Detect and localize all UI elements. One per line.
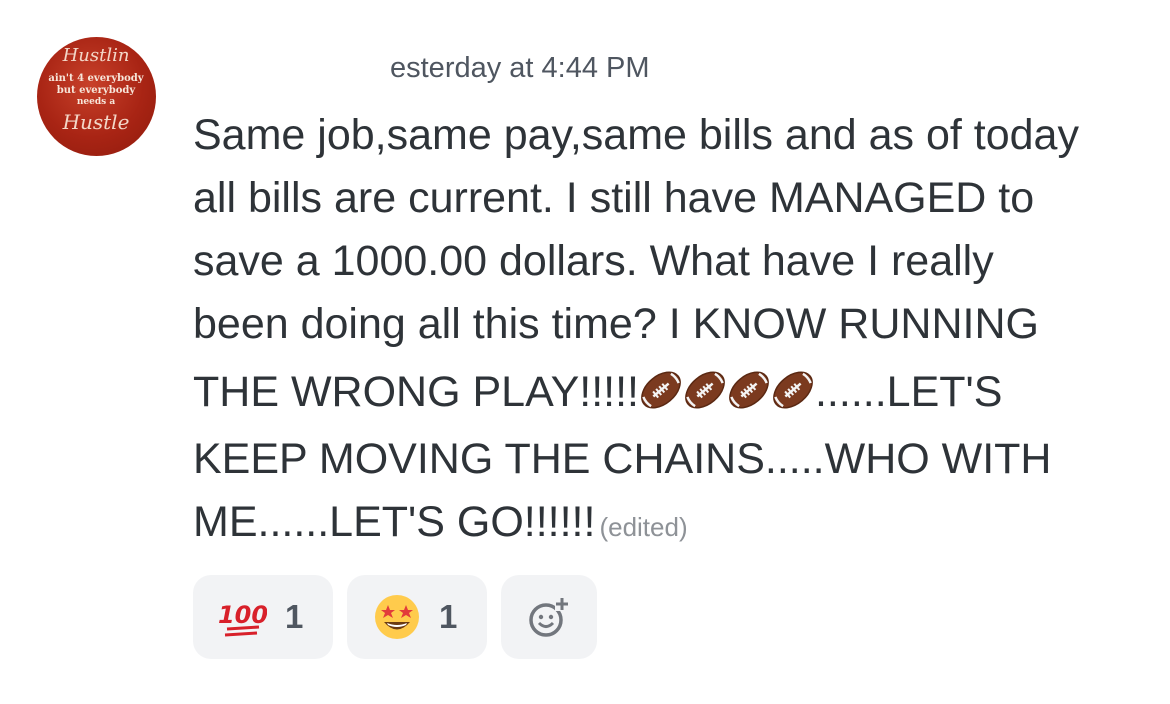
avatar-image: Hustlin ain't 4 everybody but everybody … <box>48 45 144 134</box>
svg-text:ain't 4 everybody: ain't 4 everybody <box>48 73 144 84</box>
message-line: been doing all this time? I KNOW RUNNING <box>193 300 1039 348</box>
message-line: save a 1000.00 dollars. What have I real… <box>193 237 994 285</box>
add-reaction-button[interactable] <box>501 575 597 659</box>
add-reaction-icon <box>529 597 569 637</box>
svg-text:Hustlin: Hustlin <box>62 45 130 66</box>
american-football-icon <box>685 371 725 409</box>
reaction-hundred-points[interactable]: 100 1 <box>193 575 333 659</box>
svg-text:Hustle: Hustle <box>62 110 130 134</box>
svg-text:100: 100 <box>219 601 267 629</box>
reactions-bar: 100 1 1 <box>193 575 597 659</box>
message-line-last: ME......LET'S GO!!!!!! (edited) <box>193 491 1143 554</box>
reaction-count: 1 <box>439 598 458 635</box>
svg-text:but everybody: but everybody <box>57 85 137 96</box>
reaction-star-struck[interactable]: 1 <box>347 575 487 659</box>
message-line: Same job,same pay,same bills and as of t… <box>193 111 1079 159</box>
message-text: ME......LET'S GO!!!!!! <box>193 498 596 546</box>
message-content: Same job,same pay,same bills and as of t… <box>193 104 1143 554</box>
avatar[interactable]: Hustlin ain't 4 everybody but everybody … <box>37 37 156 156</box>
svg-text:needs a: needs a <box>77 97 115 107</box>
message-line: all bills are current. I still have MANA… <box>193 174 1035 222</box>
american-football-icon <box>641 371 681 409</box>
american-football-icon <box>773 371 813 409</box>
hundred-points-icon: 100 <box>219 601 267 637</box>
message-line: KEEP MOVING THE CHAINS.....WHO WITH <box>193 435 1052 483</box>
message-text: THE WRONG PLAY!!!!! <box>193 368 639 416</box>
message-text: ......LET'S <box>814 368 1003 416</box>
star-struck-icon <box>375 595 419 639</box>
reaction-count: 1 <box>285 598 304 635</box>
message-timestamp: esterday at 4:44 PM <box>390 52 650 84</box>
message-line-with-emoji: THE WRONG PLAY!!!!! ......LET'S <box>193 356 1143 428</box>
american-football-icon <box>729 371 769 409</box>
edited-label: (edited) <box>599 512 688 542</box>
